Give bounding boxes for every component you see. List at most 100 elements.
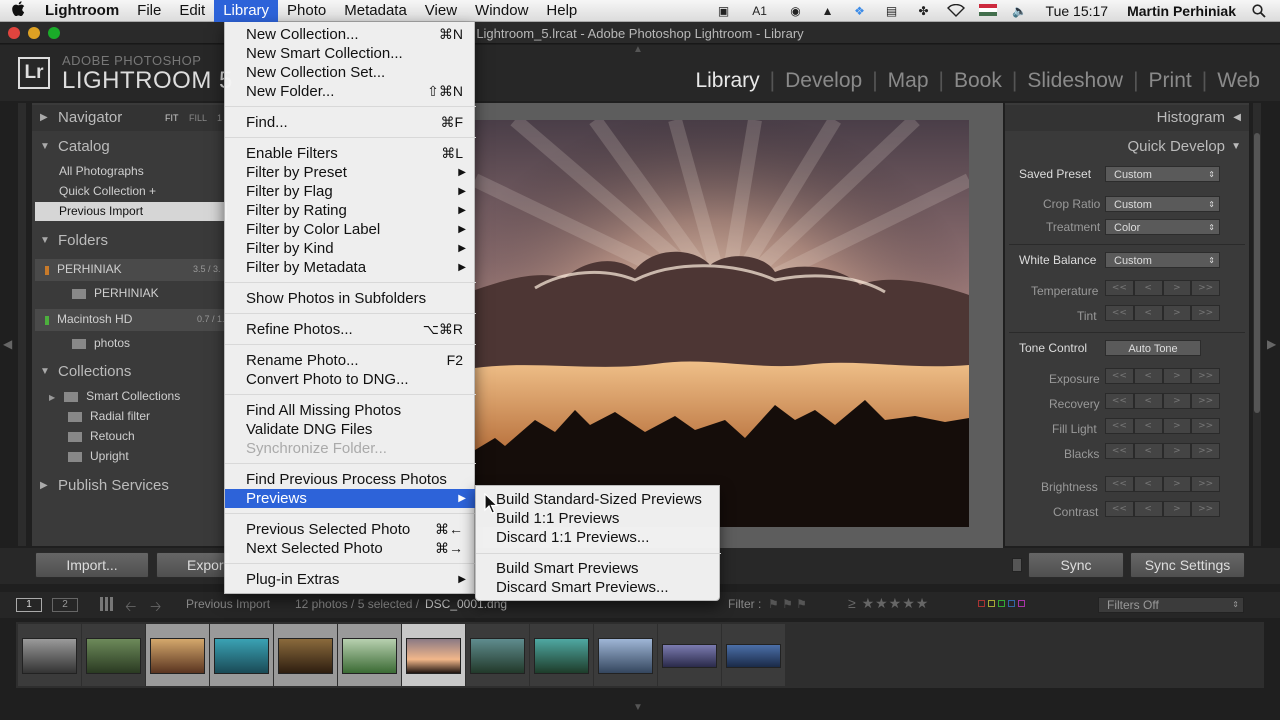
step-button[interactable]: >>: [1191, 418, 1220, 434]
menu-window[interactable]: Window: [466, 0, 537, 22]
import-button[interactable]: Import...: [35, 552, 149, 578]
step-button[interactable]: >>: [1191, 368, 1220, 384]
adobe-icon[interactable]: A1: [747, 4, 773, 18]
quick-develop-header[interactable]: Quick Develop ▼: [1005, 134, 1249, 160]
nav-1to1[interactable]: 1: [217, 105, 222, 131]
treatment-select[interactable]: Color ⇕: [1105, 219, 1220, 235]
rating-filter[interactable]: ≥ ★★★★★: [848, 595, 929, 612]
forward-arrow-icon[interactable]: 🡢: [150, 596, 161, 620]
histogram-header[interactable]: Histogram ◀: [1005, 105, 1249, 131]
step-button[interactable]: <: [1133, 443, 1163, 459]
filmstrip-thumbnail-selected[interactable]: [146, 624, 209, 686]
back-arrow-icon[interactable]: 🡠: [125, 596, 136, 620]
menu-item-new-collection-set[interactable]: New Collection Set...: [225, 63, 476, 82]
menu-metadata[interactable]: Metadata: [335, 0, 416, 22]
step-button[interactable]: >>: [1191, 305, 1220, 321]
folder-item[interactable]: photos: [72, 334, 130, 353]
menu-view[interactable]: View: [416, 0, 466, 22]
main-photo[interactable]: [475, 120, 969, 527]
step-button[interactable]: >: [1162, 418, 1192, 434]
export-button[interactable]: Export...: [156, 552, 230, 578]
scrollbar-thumb[interactable]: [1254, 133, 1260, 413]
menu-item-new-collection[interactable]: New Collection... ⌘N: [225, 25, 476, 44]
step-button[interactable]: <<: [1105, 393, 1134, 409]
menu-item-show-photos-in-subfolders[interactable]: Show Photos in Subfolders: [225, 289, 476, 308]
grid-view-icon[interactable]: [100, 597, 114, 611]
menu-item-find-all-missing-photos[interactable]: Find All Missing Photos: [225, 401, 476, 420]
left-scrollbar[interactable]: [18, 103, 26, 546]
module-slideshow[interactable]: Slideshow: [1017, 69, 1133, 93]
catalog-header[interactable]: ▼ Catalog: [32, 134, 230, 160]
filmstrip-thumbnail[interactable]: [594, 624, 657, 686]
module-print[interactable]: Print: [1139, 69, 1202, 93]
step-button[interactable]: <: [1133, 393, 1163, 409]
step-button[interactable]: <<: [1105, 501, 1134, 517]
sync-settings-button[interactable]: Sync Settings: [1130, 552, 1245, 578]
catalog-item[interactable]: All Photographs: [59, 162, 144, 181]
filmstrip-source[interactable]: Previous Import: [186, 597, 270, 611]
folder-item[interactable]: PERHINIAK: [72, 284, 159, 303]
sync-toggle[interactable]: [1012, 558, 1022, 572]
step-button[interactable]: <<: [1105, 443, 1134, 459]
menu-item-convert-photo-to-dng[interactable]: Convert Photo to DNG...: [225, 370, 476, 389]
filters-off-select[interactable]: Filters Off ⇕: [1098, 597, 1244, 613]
white-balance-select[interactable]: Custom ⇕: [1105, 252, 1220, 268]
menu-library[interactable]: Library: [214, 0, 279, 22]
flag-filter-icons[interactable]: ⚑ ⚑ ⚑: [768, 597, 824, 611]
menu-edit[interactable]: Edit: [170, 0, 214, 22]
filmstrip-thumbnail[interactable]: [466, 624, 529, 686]
page-1-button[interactable]: 1: [16, 598, 42, 612]
step-button[interactable]: >>: [1191, 280, 1220, 296]
step-button[interactable]: <<: [1105, 476, 1134, 492]
menu-item-discard-1-1-previews[interactable]: Discard 1:1 Previews...: [476, 528, 721, 547]
step-button[interactable]: <<: [1105, 368, 1134, 384]
menu-item-rename-photo[interactable]: Rename Photo... F2: [225, 351, 476, 370]
apple-icon[interactable]: [0, 1, 36, 20]
menu-item-filter-by-flag[interactable]: Filter by Flag ▶: [225, 182, 476, 201]
display-icon[interactable]: ▤: [883, 4, 901, 18]
nav-fit[interactable]: FIT: [165, 105, 179, 131]
menu-photo[interactable]: Photo: [278, 0, 335, 22]
menu-help[interactable]: Help: [537, 0, 586, 22]
color-label-filter[interactable]: [978, 600, 1025, 607]
filmstrip-thumbnail[interactable]: [18, 624, 81, 686]
step-button[interactable]: >: [1162, 501, 1192, 517]
menu-lightroom[interactable]: Lightroom: [36, 0, 128, 22]
menu-item-validate-dng-files[interactable]: Validate DNG Files: [225, 420, 476, 439]
filmstrip-thumbnail-selected[interactable]: [274, 624, 337, 686]
step-button[interactable]: >>: [1191, 393, 1220, 409]
step-button[interactable]: <: [1133, 476, 1163, 492]
bluetooth-icon[interactable]: ✤: [915, 4, 933, 18]
step-button[interactable]: >: [1162, 443, 1192, 459]
catalog-item-selected[interactable]: Previous Import: [35, 202, 227, 221]
right-panel-toggle-icon[interactable]: ▶: [1267, 337, 1276, 351]
module-library[interactable]: Library: [685, 69, 769, 93]
user-name[interactable]: Martin Perhiniak: [1127, 3, 1236, 19]
menu-item-next-selected-photo[interactable]: Next Selected Photo ⌘→: [225, 539, 476, 558]
volume-row[interactable]: Macintosh HD 0.7 / 1.: [35, 309, 227, 331]
menu-item-filter-by-preset[interactable]: Filter by Preset ▶: [225, 163, 476, 182]
filmstrip-thumbnail[interactable]: [658, 624, 721, 686]
menu-item-build-smart-previews[interactable]: Build Smart Previews: [476, 559, 721, 578]
step-button[interactable]: <<: [1105, 305, 1134, 321]
step-button[interactable]: >>: [1191, 443, 1220, 459]
step-button[interactable]: <: [1133, 501, 1163, 517]
crop-ratio-select[interactable]: Custom ⇕: [1105, 196, 1220, 212]
step-button[interactable]: <: [1133, 368, 1163, 384]
menu-item-enable-filters[interactable]: Enable Filters ⌘L: [225, 144, 476, 163]
collection-item[interactable]: Upright: [68, 447, 129, 466]
collection-item[interactable]: ▶ Smart Collections: [49, 387, 180, 406]
menu-item-filter-by-kind[interactable]: Filter by Kind ▶: [225, 239, 476, 258]
filmstrip-thumbnail[interactable]: [722, 624, 785, 686]
collections-header[interactable]: ▼ Collections: [32, 359, 230, 385]
step-button[interactable]: <: [1133, 280, 1163, 296]
menu-item-build-standard-sized-previews[interactable]: Build Standard-Sized Previews: [476, 490, 721, 509]
volume-row[interactable]: PERHINIAK 3.5 / 3.: [35, 259, 227, 281]
wifi-icon[interactable]: [946, 3, 965, 18]
auto-tone-button[interactable]: Auto Tone: [1105, 340, 1201, 356]
step-button[interactable]: <<: [1105, 418, 1134, 434]
step-button[interactable]: >>: [1191, 501, 1220, 517]
right-scrollbar[interactable]: [1253, 103, 1261, 546]
module-map[interactable]: Map: [878, 69, 939, 93]
step-button[interactable]: >: [1162, 368, 1192, 384]
